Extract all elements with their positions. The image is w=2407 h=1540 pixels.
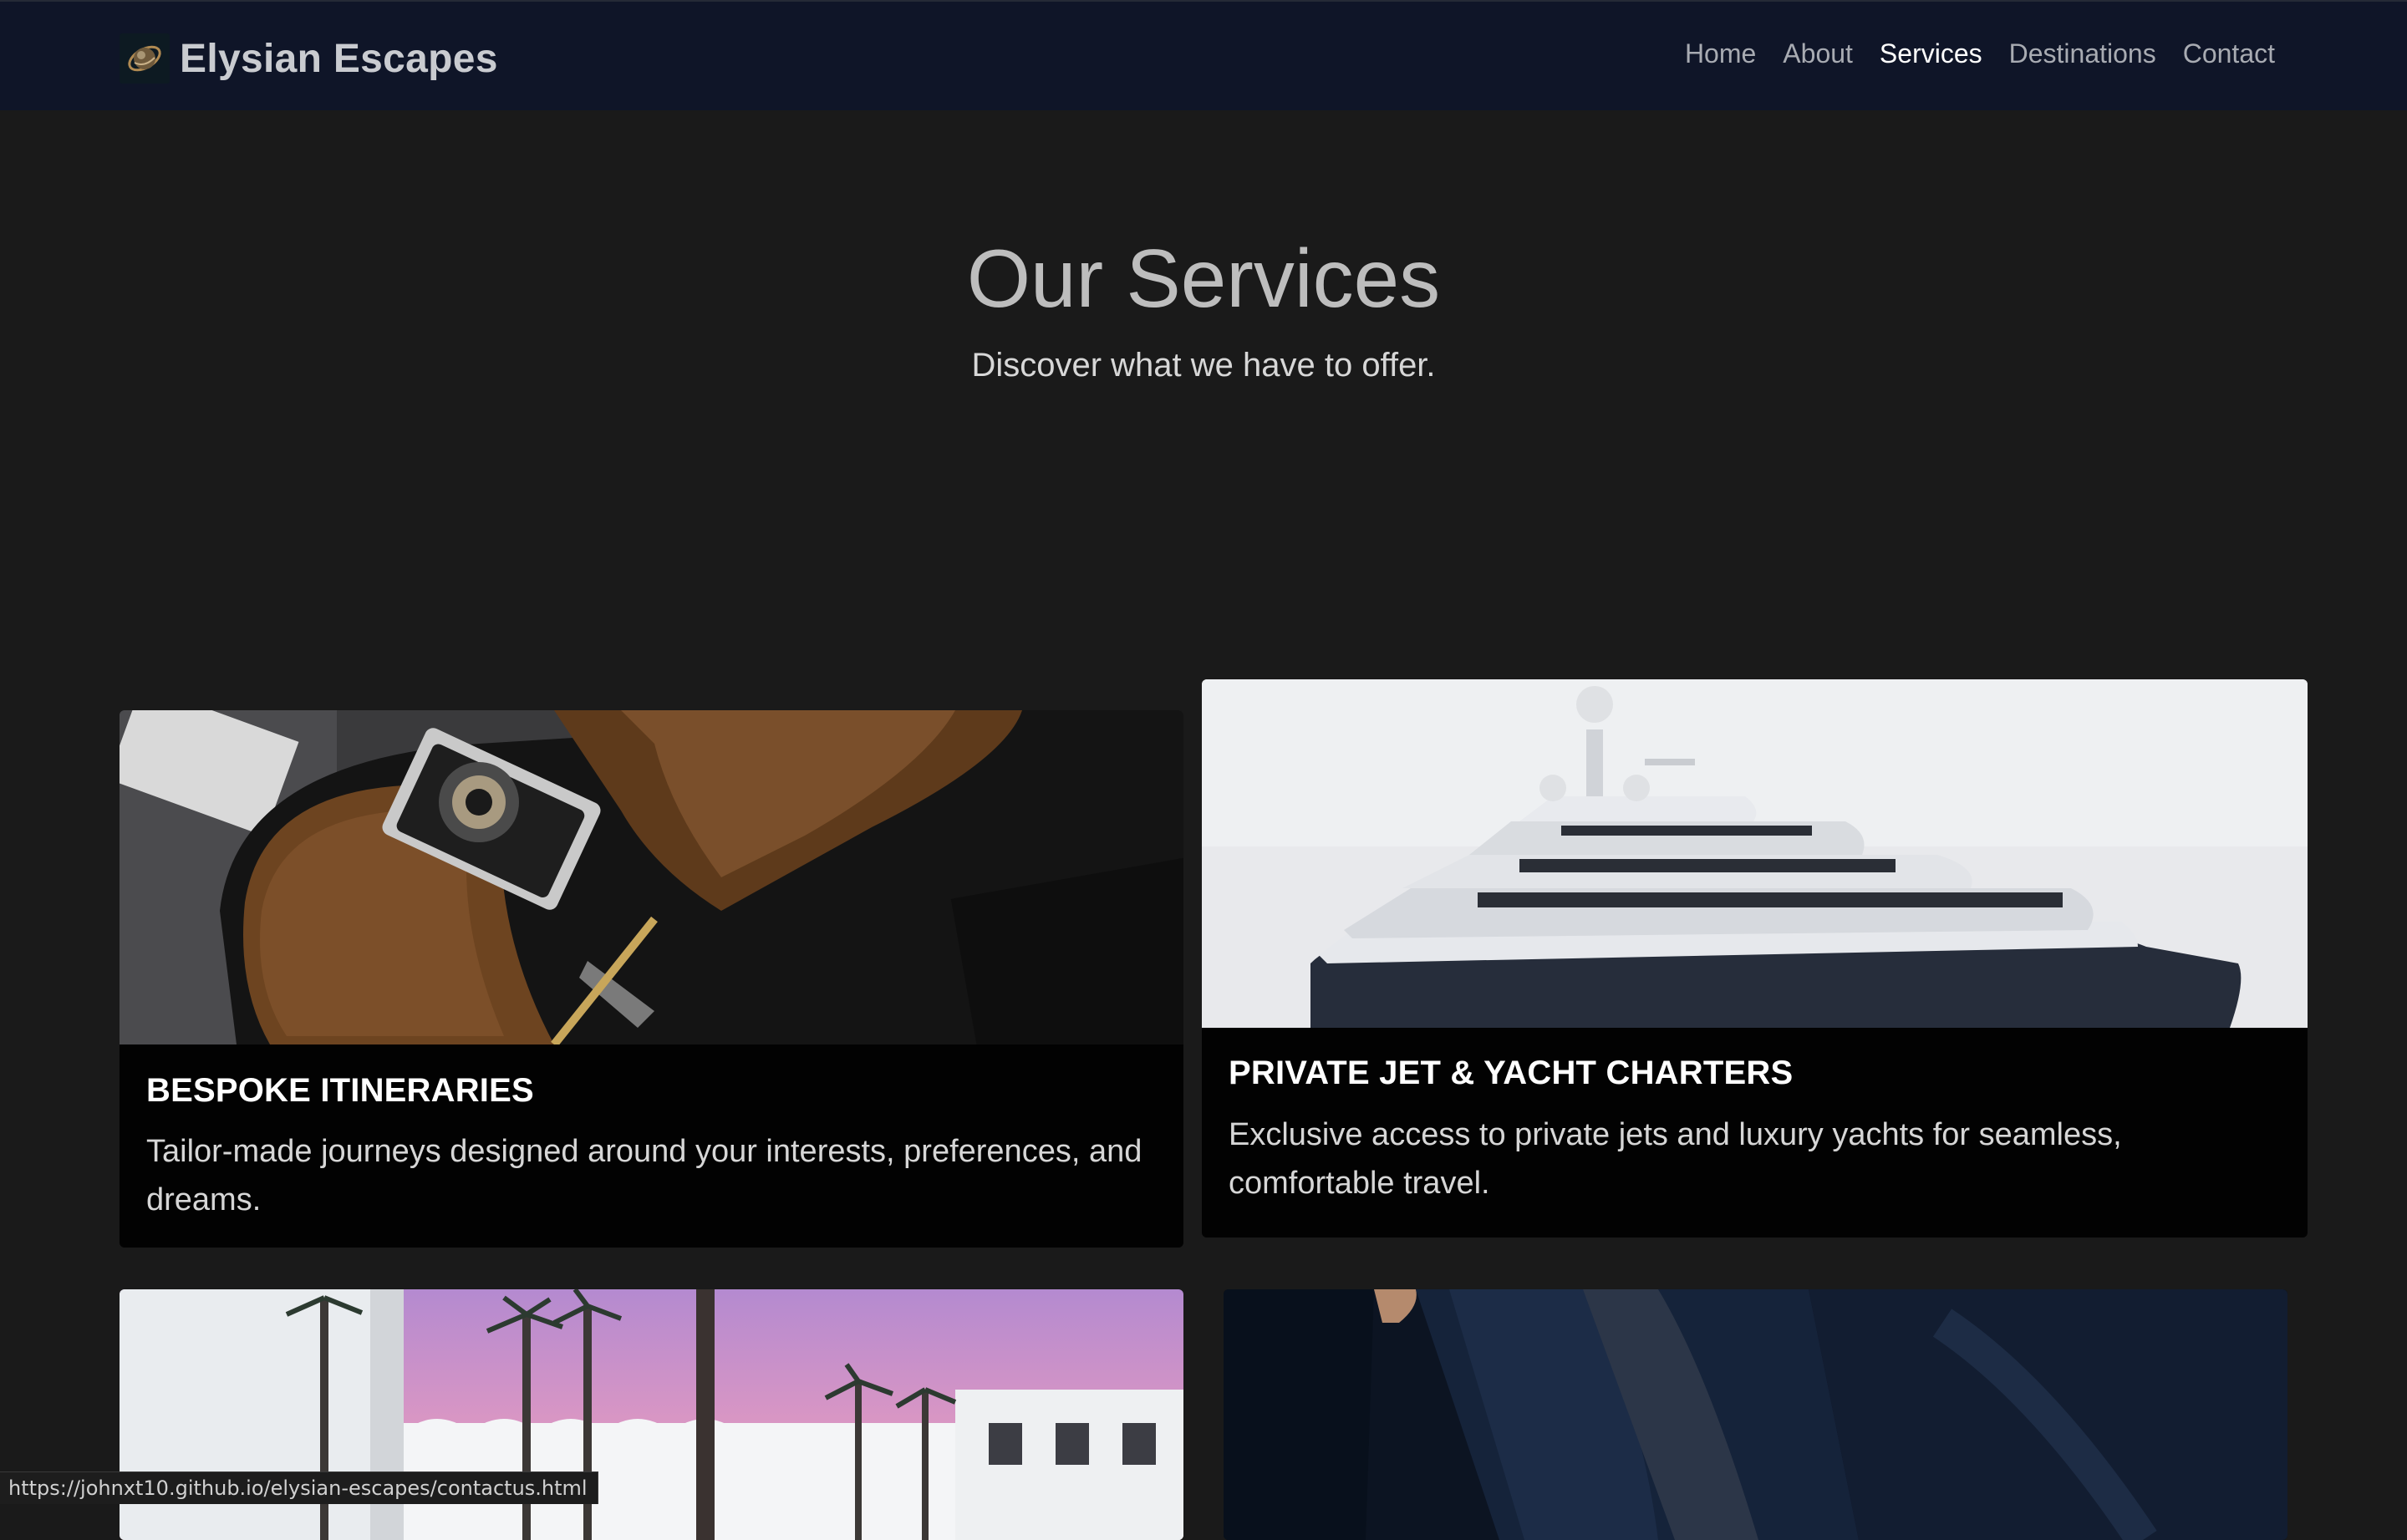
- status-bar-url: https://johnxt10.github.io/elysian-escap…: [0, 1471, 598, 1504]
- navbar: Elysian Escapes Home About Services Dest…: [0, 0, 2407, 110]
- card-description: Exclusive access to private jets and lux…: [1229, 1117, 2122, 1201]
- nav-link-contact[interactable]: Contact: [2183, 38, 2275, 69]
- service-card-private-jet-yacht[interactable]: PRIVATE JET & YACHT CHARTERS Exclusive a…: [1202, 679, 2308, 1238]
- nav-link-destinations[interactable]: Destinations: [2009, 38, 2156, 69]
- card-description: Tailor-made journeys designed around you…: [146, 1134, 1142, 1217]
- camera-bag-image: [120, 710, 1183, 1044]
- nav-link-services[interactable]: Services: [1880, 38, 1982, 69]
- card-title: PRIVATE JET & YACHT CHARTERS: [1229, 1055, 1794, 1091]
- nav-link-about[interactable]: About: [1783, 38, 1853, 69]
- brand-name: Elysian Escapes: [180, 36, 498, 81]
- nav-links: Home About Services Destinations Contact: [1658, 38, 2275, 69]
- yacht-image: [1202, 679, 2308, 1028]
- suit-image: [1224, 1289, 2287, 1540]
- brand[interactable]: Elysian Escapes: [120, 33, 498, 84]
- service-card-suit[interactable]: [1224, 1289, 2287, 1540]
- page-title: Our Services: [966, 232, 1441, 324]
- service-card-bespoke-itineraries[interactable]: BESPOKE ITINERARIES Tailor-made journeys…: [120, 710, 1183, 1248]
- globe-logo-icon: [120, 33, 170, 84]
- nav-link-home[interactable]: Home: [1685, 38, 1756, 69]
- page-subtitle: Discover what we have to offer.: [971, 347, 1436, 384]
- card-title: BESPOKE ITINERARIES: [146, 1072, 534, 1109]
